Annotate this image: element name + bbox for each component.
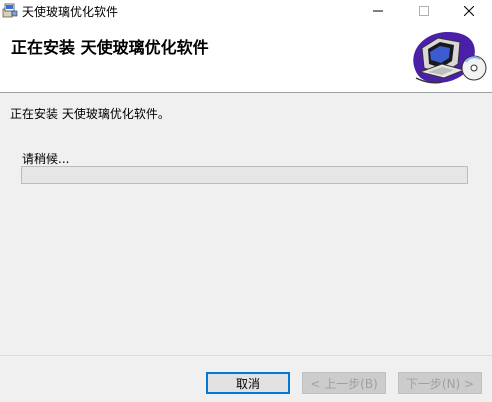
window-title: 天使玻璃优化软件 [22,5,119,19]
wait-label: 请稍候... [22,152,70,166]
computer-setup-icon [413,32,487,84]
page-title: 正在安装 天使玻璃优化软件 [11,38,209,57]
install-status-text: 正在安装 天使玻璃优化软件。 [10,107,170,121]
installer-icon [2,3,18,18]
minimize-button[interactable] [355,0,401,22]
close-button[interactable] [446,0,492,22]
close-icon [464,6,474,16]
install-progress-bar [21,166,468,184]
maximize-icon [419,6,429,16]
title-bar: 天使玻璃优化软件 [0,0,492,22]
next-button[interactable]: 下一步(N) > [398,372,482,394]
minimize-icon [373,10,383,12]
cancel-button[interactable]: 取消 [206,372,290,394]
footer-divider [0,355,492,356]
back-button[interactable]: < 上一步(B) [302,372,386,394]
maximize-button[interactable] [401,0,447,22]
wizard-header: 正在安装 天使玻璃优化软件 [0,22,492,93]
